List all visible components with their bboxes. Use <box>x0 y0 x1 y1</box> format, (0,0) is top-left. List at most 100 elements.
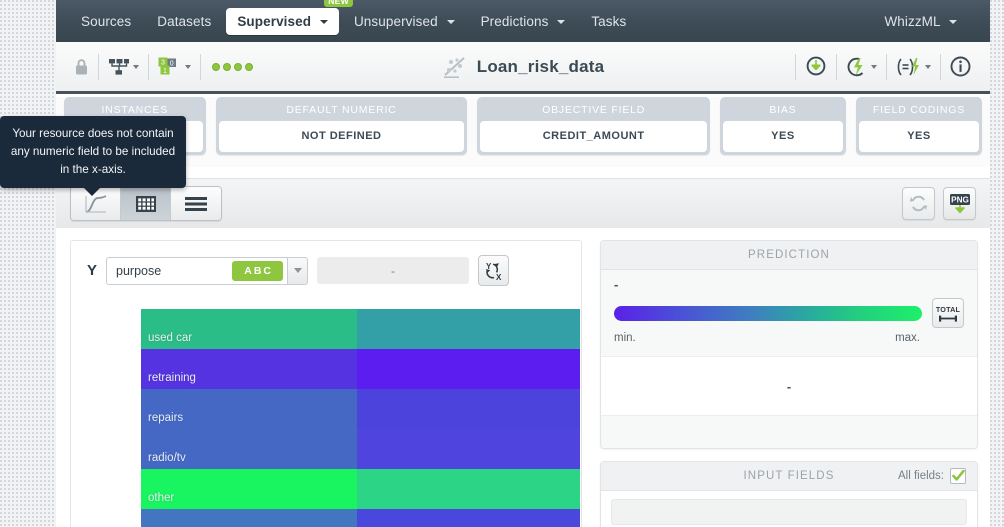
card-value: NOT DEFINED <box>218 121 465 152</box>
divider <box>98 53 99 80</box>
heatmap-cell[interactable]: repairs <box>141 389 357 429</box>
check-icon <box>951 470 965 481</box>
prediction-title: PREDICTION <box>748 249 830 261</box>
heatmap-row: repairs <box>141 389 580 429</box>
all-fields-label: All fields: <box>897 470 944 482</box>
y-value-input[interactable]: - <box>317 257 470 284</box>
prediction-gradient-row: TOTAL <box>614 298 964 328</box>
chart-actions: PNG <box>902 187 976 220</box>
divider <box>795 53 796 80</box>
page-background-left <box>0 0 56 527</box>
heatmap-cell[interactable]: used car <box>141 309 357 349</box>
nav-item-sources[interactable]: Sources <box>70 8 142 35</box>
heatmap-row-label: repairs <box>148 412 184 424</box>
nav-label: Sources <box>81 13 132 29</box>
lock-icon[interactable] <box>66 50 96 84</box>
chevron-down-icon <box>319 19 328 24</box>
nav-item-account-whizzml[interactable]: WhizzML <box>873 8 968 35</box>
prediction-gradient-bar[interactable] <box>614 305 922 321</box>
y-field-dropdown-toggle[interactable] <box>288 256 309 285</box>
chevron-down-icon <box>949 19 957 24</box>
evaluation-icon[interactable] <box>889 50 938 84</box>
y-field-name: purpose <box>116 263 162 278</box>
heatmap-cell[interactable]: other <box>141 469 357 509</box>
card-value: CREDIT_AMOUNT <box>480 121 707 152</box>
batch-prediction-icon[interactable] <box>839 50 884 84</box>
prediction-value: - <box>614 277 619 292</box>
card-title: DEFAULT NUMERIC <box>286 104 397 116</box>
input-field-row[interactable] <box>611 499 967 525</box>
svg-text:0: 0 <box>170 60 174 67</box>
axis-controls: Y purpose ABC - Y X <box>71 241 581 296</box>
card-default-numeric: DEFAULT NUMERIC NOT DEFINED <box>215 97 468 155</box>
heatmap-row <box>141 509 580 527</box>
nav-item-supervised[interactable]: Supervised NEW <box>226 0 353 35</box>
list-rows-icon[interactable] <box>171 187 221 220</box>
card-value: YES <box>722 121 843 152</box>
prediction-header: PREDICTION <box>601 241 977 270</box>
chevron-down-icon <box>925 64 931 69</box>
input-fields-header: INPUT FIELDS All fields: <box>601 462 977 491</box>
prediction-body: - TOTAL min. max. <box>601 270 977 356</box>
heatmap-cell[interactable] <box>141 509 357 527</box>
card-bias: BIAS YES <box>719 97 846 155</box>
total-button-label: TOTAL <box>935 304 961 314</box>
all-fields-toggle[interactable]: All fields: <box>898 468 966 484</box>
refresh-icon[interactable] <box>902 187 935 220</box>
heatmap-cell[interactable]: radio/tv <box>141 429 357 469</box>
heatmap-cell[interactable] <box>357 469 580 509</box>
total-button[interactable]: TOTAL <box>932 298 964 328</box>
nav-label: Datasets <box>157 13 212 29</box>
chevron-down-icon <box>557 19 566 24</box>
heatmap-cell[interactable] <box>357 389 580 429</box>
chevron-down-icon <box>871 64 877 69</box>
heatmap-cell[interactable] <box>357 349 580 389</box>
download-cloud-icon[interactable] <box>798 50 834 84</box>
top-navigation-bar: Sources Datasets Supervised NEW Unsuperv… <box>56 0 990 42</box>
nav-label: Predictions <box>480 13 549 29</box>
grid-heatmap-icon[interactable] <box>121 187 171 220</box>
card-value: YES <box>858 121 979 152</box>
network-tree-icon[interactable] <box>101 50 146 84</box>
summary-cards: INSTANCES 1,000 DEFAULT NUMERIC NOT DEFI… <box>56 97 990 167</box>
heatmap-cell[interactable] <box>357 509 580 527</box>
swap-axes-icon[interactable]: Y X <box>478 255 510 286</box>
card-title: BIAS <box>769 104 797 116</box>
prediction-range-labels: min. max. <box>614 332 964 344</box>
y-field-select[interactable]: purpose ABC <box>106 256 289 285</box>
svg-text:X: X <box>496 273 502 281</box>
prediction-footer <box>601 416 977 448</box>
info-icon[interactable] <box>943 50 978 84</box>
nav-item-tasks[interactable]: Tasks <box>580 8 637 35</box>
input-fields-title: INPUT FIELDS <box>743 470 835 482</box>
card-title: OBJECTIVE FIELD <box>542 104 646 116</box>
heatmap-cell[interactable]: retraining <box>141 349 357 389</box>
new-badge: NEW <box>324 0 353 7</box>
prediction-card: PREDICTION - TOTAL min. max. - <box>600 240 978 449</box>
input-fields-card: INPUT FIELDS All fields: <box>600 461 978 527</box>
heatmap-chart: used car retraining repairs radio/tv oth… <box>141 309 580 527</box>
nav-item-unsupervised[interactable]: Unsupervised <box>343 8 466 35</box>
tooltip-no-numeric-field: Your resource does not contain any numer… <box>0 116 186 196</box>
nav-item-datasets[interactable]: Datasets <box>146 8 222 35</box>
chart-panel: Y purpose ABC - Y X used car retraining … <box>70 240 582 527</box>
divider <box>836 53 837 80</box>
svg-text:PNG: PNG <box>951 195 969 204</box>
heatmap-cell[interactable] <box>357 309 580 349</box>
heatmap-cell[interactable] <box>357 429 580 469</box>
field-counts-icon[interactable]: 3 0 1 <box>151 50 198 84</box>
heatmap-row: used car <box>141 309 580 349</box>
resource-toolbar: 3 0 1 Loan_risk_data <box>56 42 990 94</box>
chevron-down-icon <box>185 64 191 69</box>
y-axis-label: Y <box>87 262 98 279</box>
nav-label: Supervised <box>237 13 312 29</box>
all-fields-checkbox[interactable] <box>950 468 966 484</box>
nav-item-predictions[interactable]: Predictions <box>470 8 577 35</box>
export-png-button[interactable]: PNG <box>943 187 976 220</box>
view-mode-toolbar: PNG <box>56 178 990 228</box>
card-field-codings: FIELD CODINGS YES <box>855 97 982 155</box>
heatmap-row: retraining <box>141 349 580 389</box>
resource-actions <box>793 50 990 84</box>
svg-text:1: 1 <box>163 68 167 75</box>
divider <box>148 53 149 80</box>
